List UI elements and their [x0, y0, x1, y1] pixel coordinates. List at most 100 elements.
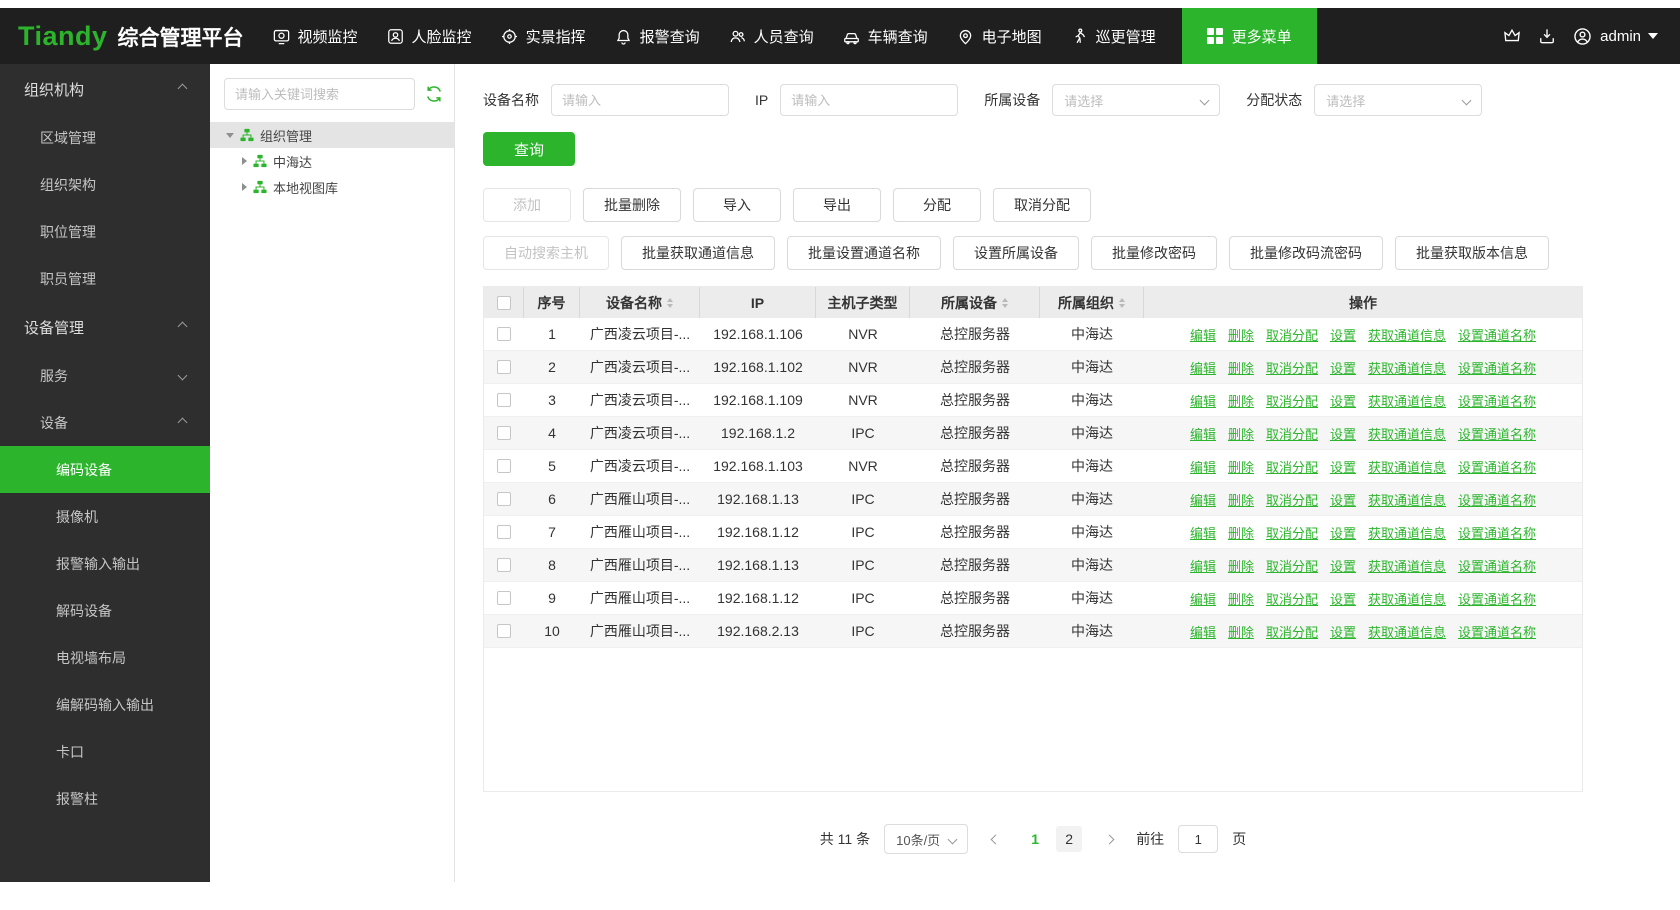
nav-item-face-monitor[interactable]: 人脸监控 — [386, 26, 472, 47]
row-action-link[interactable]: 设置通道名称 — [1458, 556, 1536, 575]
row-action-link[interactable]: 设置通道名称 — [1458, 391, 1536, 410]
row-action-link[interactable]: 获取通道信息 — [1368, 490, 1446, 509]
row-action-link[interactable]: 设置通道名称 — [1458, 424, 1536, 443]
sidebar-section-organization[interactable]: 组织机构 — [0, 64, 210, 114]
row-action-link[interactable]: 设置 — [1330, 358, 1356, 377]
sidebar-item-service[interactable]: 服务 — [0, 352, 210, 399]
row-action-link[interactable]: 编辑 — [1190, 358, 1216, 377]
row-action-link[interactable]: 取消分配 — [1266, 622, 1318, 641]
row-action-link[interactable]: 取消分配 — [1266, 424, 1318, 443]
toolbar-button[interactable]: 批量获取通道信息 — [621, 236, 775, 270]
row-action-link[interactable]: 删除 — [1228, 556, 1254, 575]
row-checkbox[interactable] — [497, 492, 511, 506]
row-action-link[interactable]: 获取通道信息 — [1368, 424, 1446, 443]
nav-item-video-monitor[interactable]: 视频监控 — [272, 26, 358, 47]
toolbar-button[interactable]: 批量修改密码 — [1091, 236, 1217, 270]
row-action-link[interactable]: 设置 — [1330, 622, 1356, 641]
user-menu[interactable]: admin — [1572, 26, 1658, 47]
row-action-link[interactable]: 删除 — [1228, 490, 1254, 509]
next-page-button[interactable] — [1096, 826, 1122, 852]
row-action-link[interactable]: 取消分配 — [1266, 358, 1318, 377]
row-action-link[interactable]: 取消分配 — [1266, 490, 1318, 509]
row-action-link[interactable]: 设置 — [1330, 490, 1356, 509]
row-action-link[interactable]: 设置 — [1330, 391, 1356, 410]
toolbar-button[interactable]: 取消分配 — [993, 188, 1091, 222]
row-action-link[interactable]: 获取通道信息 — [1368, 589, 1446, 608]
row-action-link[interactable]: 设置 — [1330, 523, 1356, 542]
prev-page-button[interactable] — [982, 826, 1008, 852]
row-action-link[interactable]: 取消分配 — [1266, 556, 1318, 575]
col-org[interactable]: 所属组织 — [1040, 287, 1144, 318]
sidebar-item-region-management[interactable]: 区域管理 — [0, 114, 210, 161]
row-action-link[interactable]: 获取通道信息 — [1368, 457, 1446, 476]
row-action-link[interactable]: 获取通道信息 — [1368, 325, 1446, 344]
toolbar-button[interactable]: 批量获取版本信息 — [1395, 236, 1549, 270]
row-checkbox[interactable] — [497, 591, 511, 605]
download-icon[interactable] — [1537, 26, 1557, 46]
toolbar-button[interactable]: 导入 — [693, 188, 781, 222]
row-checkbox[interactable] — [497, 360, 511, 374]
row-checkbox[interactable] — [497, 393, 511, 407]
row-action-link[interactable]: 删除 — [1228, 358, 1254, 377]
row-action-link[interactable]: 取消分配 — [1266, 325, 1318, 344]
row-action-link[interactable]: 编辑 — [1190, 622, 1216, 641]
row-action-link[interactable]: 设置通道名称 — [1458, 457, 1536, 476]
row-checkbox[interactable] — [497, 624, 511, 638]
row-action-link[interactable]: 删除 — [1228, 523, 1254, 542]
row-action-link[interactable]: 编辑 — [1190, 589, 1216, 608]
sidebar-item-camera[interactable]: 摄像机 — [0, 493, 210, 540]
row-action-link[interactable]: 设置通道名称 — [1458, 589, 1536, 608]
row-checkbox[interactable] — [497, 426, 511, 440]
sidebar-item-alarm-post[interactable]: 报警柱 — [0, 775, 210, 822]
row-action-link[interactable]: 取消分配 — [1266, 391, 1318, 410]
caret-down-icon[interactable] — [226, 132, 234, 138]
sidebar-section-device-management[interactable]: 设备管理 — [0, 302, 210, 352]
row-action-link[interactable]: 编辑 — [1190, 457, 1216, 476]
sidebar-item-alarm-io[interactable]: 报警输入输出 — [0, 540, 210, 587]
nav-item-patrol[interactable]: 巡更管理 — [1070, 26, 1156, 47]
row-action-link[interactable]: 获取通道信息 — [1368, 391, 1446, 410]
row-action-link[interactable]: 取消分配 — [1266, 589, 1318, 608]
assign-status-select[interactable]: 请选择 — [1314, 84, 1483, 116]
sidebar-item-checkpoint[interactable]: 卡口 — [0, 728, 210, 775]
caret-right-icon[interactable] — [242, 183, 247, 191]
query-button[interactable]: 查询 — [483, 132, 575, 166]
crown-icon[interactable] — [1502, 26, 1522, 46]
toolbar-button[interactable]: 自动搜索主机 — [483, 236, 609, 270]
sidebar-item-position-management[interactable]: 职位管理 — [0, 208, 210, 255]
row-action-link[interactable]: 设置 — [1330, 325, 1356, 344]
more-menu-button[interactable]: 更多菜单 — [1181, 8, 1317, 64]
sort-icon[interactable] — [667, 297, 673, 308]
ip-input[interactable] — [780, 84, 959, 116]
row-action-link[interactable]: 设置通道名称 — [1458, 490, 1536, 509]
tree-node-zhonghaida[interactable]: 中海达 — [210, 148, 454, 174]
row-action-link[interactable]: 设置通道名称 — [1458, 358, 1536, 377]
row-checkbox[interactable] — [497, 558, 511, 572]
row-action-link[interactable]: 删除 — [1228, 457, 1254, 476]
row-action-link[interactable]: 设置通道名称 — [1458, 325, 1536, 344]
nav-item-emap[interactable]: 电子地图 — [956, 26, 1042, 47]
sort-icon[interactable] — [1119, 297, 1125, 308]
row-action-link[interactable]: 设置 — [1330, 457, 1356, 476]
nav-item-personnel-query[interactable]: 人员查询 — [728, 26, 814, 47]
sidebar-item-device[interactable]: 设备 — [0, 399, 210, 446]
row-action-link[interactable]: 删除 — [1228, 622, 1254, 641]
row-action-link[interactable]: 设置 — [1330, 556, 1356, 575]
row-action-link[interactable]: 获取通道信息 — [1368, 556, 1446, 575]
sidebar-item-staff-management[interactable]: 职员管理 — [0, 255, 210, 302]
row-action-link[interactable]: 获取通道信息 — [1368, 523, 1446, 542]
nav-item-vehicle-query[interactable]: 车辆查询 — [842, 26, 928, 47]
sort-icon[interactable] — [1002, 297, 1008, 308]
toolbar-button[interactable]: 批量修改码流密码 — [1229, 236, 1383, 270]
nav-item-live-command[interactable]: 实景指挥 — [500, 26, 586, 47]
refresh-icon[interactable] — [424, 84, 444, 104]
page-size-select[interactable]: 10条/页 — [884, 824, 969, 854]
tree-search-input[interactable] — [224, 78, 415, 110]
tree-node-root[interactable]: 组织管理 — [210, 122, 454, 148]
row-action-link[interactable]: 编辑 — [1190, 391, 1216, 410]
toolbar-button[interactable]: 设置所属设备 — [953, 236, 1079, 270]
row-action-link[interactable]: 删除 — [1228, 325, 1254, 344]
row-action-link[interactable]: 获取通道信息 — [1368, 622, 1446, 641]
row-checkbox[interactable] — [497, 327, 511, 341]
toolbar-button[interactable]: 批量设置通道名称 — [787, 236, 941, 270]
